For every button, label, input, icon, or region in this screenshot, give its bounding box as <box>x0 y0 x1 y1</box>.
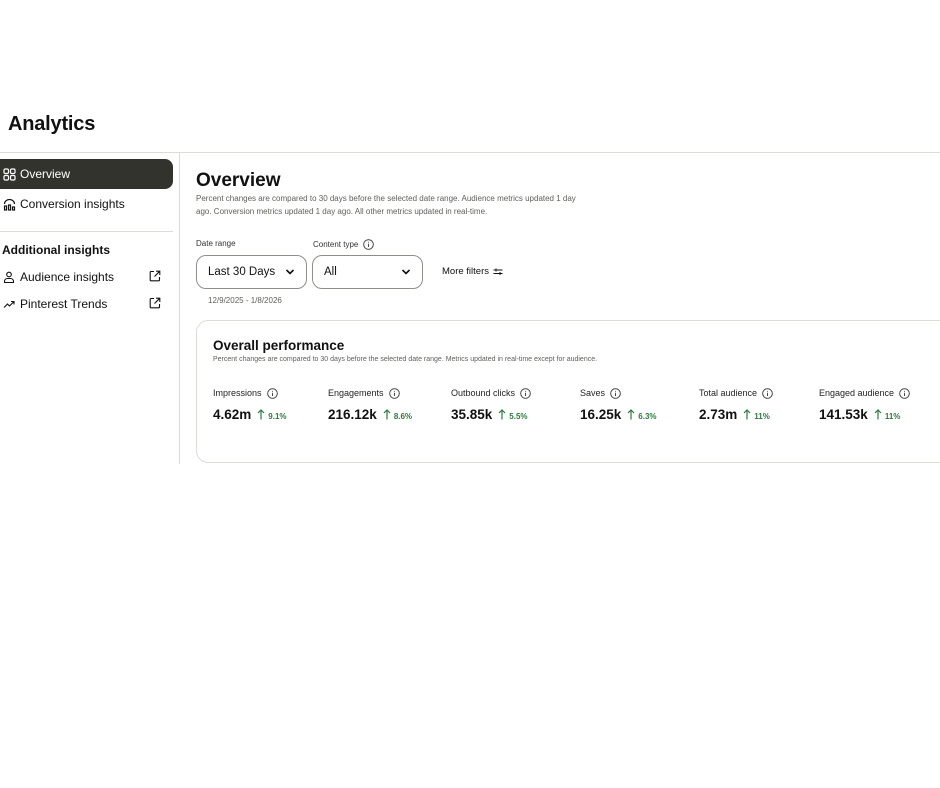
external-link-icon[interactable] <box>149 297 161 309</box>
metric-engagements[interactable]: Engagements 216.12k 8.6% <box>328 387 412 422</box>
sidebar-item-conversion-insights[interactable]: Conversion insights <box>0 189 173 219</box>
metric-value: 2.73m <box>699 407 738 422</box>
info-icon[interactable] <box>363 239 375 250</box>
content-type-value: All <box>324 266 337 278</box>
content-type-label-text: Content type <box>313 240 359 249</box>
info-icon[interactable] <box>762 387 773 399</box>
date-range-label-text: Date range <box>196 239 236 248</box>
metric-label: Saves <box>580 388 606 398</box>
metric-value: 4.62m <box>213 407 252 422</box>
filter-sliders-icon <box>493 268 503 275</box>
sidebar-section-heading: Additional insights <box>2 243 110 257</box>
metric-change: 5.5% <box>509 412 528 421</box>
metric-outbound-clicks[interactable]: Outbound clicks 35.85k 5.5% <box>451 387 531 422</box>
metric-total-audience[interactable]: Total audience 2.73m 11% <box>699 387 773 422</box>
sidebar-divider <box>179 153 180 464</box>
metric-label: Engagements <box>328 388 384 398</box>
chevron-down-icon <box>285 269 295 275</box>
sidebar-section-divider <box>0 231 173 232</box>
arrow-up-icon <box>257 409 265 420</box>
sidebar-item-label: Overview <box>20 167 71 181</box>
trend-icon <box>2 297 16 311</box>
sidebar-item-label: Audience insights <box>20 270 115 284</box>
performance-subtitle: Percent changes are compared to 30 days … <box>213 356 598 363</box>
date-range-text: 12/9/2025 - 1/8/2026 <box>208 296 282 305</box>
page-title: Analytics <box>8 113 96 135</box>
metric-label: Outbound clicks <box>451 388 516 398</box>
arrow-up-icon <box>743 409 751 420</box>
more-filters-label: More filters <box>442 266 489 277</box>
info-icon[interactable] <box>388 387 400 399</box>
sidebar-item-label: Pinterest Trends <box>20 297 108 311</box>
metric-label: Engaged audience <box>819 388 895 398</box>
date-range-select[interactable]: Last 30 Days <box>196 255 307 289</box>
sidebar-item-label: Conversion insights <box>20 197 125 211</box>
info-icon[interactable] <box>266 387 278 399</box>
metric-value: 216.12k <box>328 407 377 422</box>
metric-value: 141.53k <box>819 407 868 422</box>
sidebar-item-pinterest-trends[interactable]: Pinterest Trends <box>0 289 173 319</box>
metric-change: 11% <box>884 412 901 421</box>
metric-value: 16.25k <box>580 407 622 422</box>
info-icon[interactable] <box>520 387 531 399</box>
metric-change: 9.1% <box>268 412 287 421</box>
metric-engaged-audience[interactable]: Engaged audience 141.53k 11% <box>819 387 910 422</box>
date-range-value: Last 30 Days <box>208 266 276 278</box>
metric-label: Total audience <box>699 388 758 398</box>
info-icon[interactable] <box>899 387 910 399</box>
arrow-up-icon <box>498 409 506 420</box>
arrow-up-icon <box>383 409 391 420</box>
header-divider <box>0 152 940 153</box>
metric-saves[interactable]: Saves 16.25k 6.3% <box>580 387 657 422</box>
overview-subtitle: Percent changes are compared to 30 days … <box>196 194 576 216</box>
info-icon[interactable] <box>610 387 621 399</box>
performance-title: Overall performance <box>213 338 345 353</box>
date-range-label: Date range <box>196 239 236 248</box>
metric-change: 8.6% <box>393 412 413 421</box>
chevron-down-icon <box>401 269 411 275</box>
sidebar-item-audience-insights[interactable]: Audience insights <box>0 262 173 292</box>
sidebar-item-overview[interactable]: Overview <box>0 159 173 189</box>
overview-title: Overview <box>196 170 281 191</box>
grid-icon <box>2 167 16 181</box>
metric-change: 6.3% <box>638 412 657 421</box>
more-filters-button[interactable]: More filters <box>442 266 503 277</box>
person-icon <box>2 270 16 284</box>
arrow-up-icon <box>627 409 635 420</box>
external-link-icon[interactable] <box>149 270 161 282</box>
metric-change: 11% <box>754 412 770 421</box>
metric-impressions[interactable]: Impressions 4.62m 9.1% <box>213 387 287 422</box>
metric-value: 35.85k <box>451 407 493 422</box>
conversion-icon <box>2 197 16 211</box>
content-type-label: Content type <box>313 239 375 250</box>
metric-label: Impressions <box>213 388 262 398</box>
content-type-select[interactable]: All <box>312 255 423 289</box>
arrow-up-icon <box>874 409 882 420</box>
